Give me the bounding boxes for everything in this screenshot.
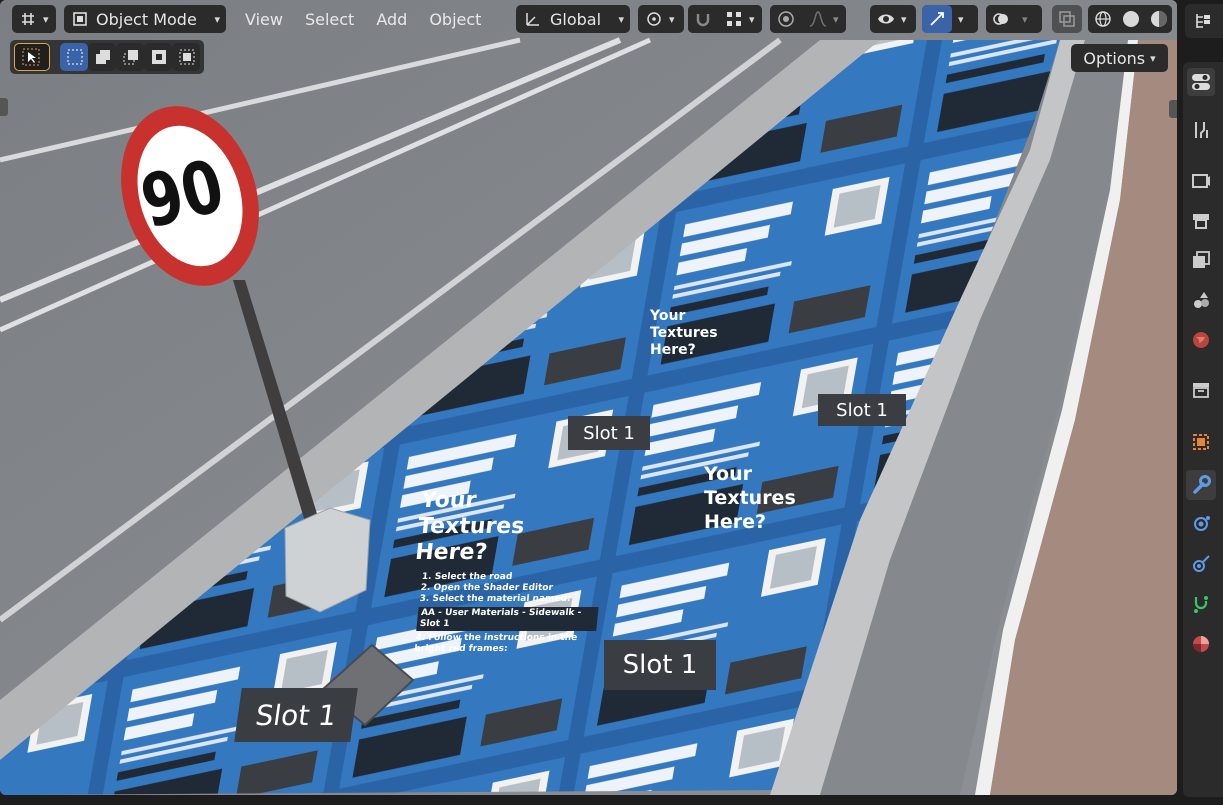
overlays-dropdown[interactable]: ▾: [1016, 5, 1042, 33]
editor-type-icon: [18, 9, 38, 29]
chevron-down-icon: ▾: [958, 12, 964, 26]
wireframe-shading-button[interactable]: [1088, 5, 1116, 33]
material-sphere-icon: [1150, 9, 1168, 29]
wireframe-sphere-icon: [1094, 9, 1112, 29]
select-mode-extend[interactable]: [88, 43, 116, 71]
chevron-down-icon: ▾: [669, 12, 675, 26]
data-icon[interactable]: [1189, 632, 1213, 656]
menu-view[interactable]: View: [234, 5, 294, 33]
chevron-down-icon: ▾: [749, 12, 755, 26]
chevron-down-icon: ▾: [1022, 12, 1028, 26]
collection-icon[interactable]: [1189, 378, 1213, 402]
properties-tabs-sidebar: [1177, 0, 1223, 805]
select-subtract-icon: [122, 47, 140, 67]
select-tool-button[interactable]: [14, 43, 50, 71]
cursor-arrow-icon: [21, 47, 41, 67]
menu-object[interactable]: Object: [418, 5, 492, 33]
orientation-axes-icon: [522, 9, 542, 29]
outliner-icon[interactable]: [1193, 11, 1213, 31]
texture-tile-heading: Your Textures Here?: [414, 488, 526, 565]
visibility-dropdown[interactable]: ▾: [870, 5, 916, 33]
xray-toggle[interactable]: [1052, 5, 1082, 33]
pivot-icon: [644, 9, 664, 29]
scene-icon[interactable]: [1189, 288, 1213, 312]
xray-icon: [1058, 9, 1076, 29]
object-icon[interactable]: [1189, 430, 1213, 454]
solid-shading-button[interactable]: [1116, 5, 1144, 33]
overlays-toggle[interactable]: [986, 5, 1016, 33]
tool-icon[interactable]: [1189, 118, 1213, 142]
snapping-group: ▾: [688, 5, 762, 33]
view-layer-icon[interactable]: [1189, 248, 1213, 272]
output-icon[interactable]: [1189, 208, 1213, 232]
gizmo-dropdown[interactable]: ▾: [952, 5, 978, 33]
eye-icon: [876, 9, 896, 29]
select-mode-invert[interactable]: [144, 43, 172, 71]
select-new-icon: [66, 47, 84, 67]
editor-header-strip: [1185, 4, 1223, 38]
scene-render: [0, 0, 1177, 795]
mode-dropdown[interactable]: Object Mode ▾: [64, 5, 226, 33]
chevron-down-icon: ▾: [901, 12, 907, 26]
world-icon[interactable]: [1189, 328, 1213, 352]
select-intersect-icon: [178, 47, 196, 67]
snap-grid-icon: [724, 9, 744, 29]
transform-orientation-dropdown[interactable]: Global ▾: [516, 5, 630, 33]
shading-modes: [1088, 5, 1172, 33]
magnet-icon: [694, 9, 712, 29]
3d-viewport[interactable]: 90 Your Textures Here? 1. Select the roa…: [0, 0, 1177, 795]
physics-icon[interactable]: [1189, 552, 1213, 576]
render-icon[interactable]: [1189, 168, 1213, 192]
pivot-point-dropdown[interactable]: ▾: [638, 5, 684, 33]
chevron-down-icon: ▾: [214, 12, 220, 26]
mode-label: Object Mode: [96, 9, 197, 29]
constraints-icon[interactable]: [1189, 592, 1213, 616]
material-shading-button[interactable]: [1144, 5, 1172, 33]
slot-label-4: Slot 1: [818, 394, 906, 426]
texture-tile-heading-3: Your Textures Here?: [650, 308, 718, 358]
select-mode-intersect[interactable]: [172, 43, 200, 71]
select-invert-icon: [150, 47, 168, 67]
left-toolbar-collapse-handle[interactable]: [0, 98, 8, 116]
right-panel-collapse-handle[interactable]: [1169, 100, 1177, 118]
falloff-curve-icon: [808, 9, 828, 29]
chevron-down-icon: ▾: [833, 12, 839, 26]
toggle-icon[interactable]: [1187, 68, 1215, 96]
select-extend-icon: [94, 47, 112, 67]
slot-label-2: Slot 1: [234, 688, 358, 742]
texture-tile-heading-2: Your Textures Here?: [704, 463, 796, 533]
chevron-down-icon: ▾: [618, 12, 624, 26]
select-mode-new[interactable]: [60, 43, 88, 71]
menu-add[interactable]: Add: [365, 5, 418, 33]
snap-target-dropdown[interactable]: ▾: [718, 5, 762, 33]
solid-sphere-icon: [1122, 9, 1140, 29]
chevron-down-icon: ▾: [43, 12, 49, 26]
select-mode-subtract[interactable]: [116, 43, 144, 71]
gizmo-icon: [928, 9, 946, 29]
proportional-edit-icon: [776, 9, 796, 29]
chevron-down-icon: ▾: [1150, 51, 1156, 65]
overlays-icon: [992, 9, 1010, 29]
texture-tile-steps: 1. Select the road 2. Open the Shader Ed…: [414, 572, 603, 655]
particles-icon[interactable]: [1189, 512, 1213, 536]
options-dropdown[interactable]: Options ▾: [1071, 44, 1168, 72]
options-label: Options: [1083, 48, 1146, 68]
gizmo-toggle[interactable]: [922, 5, 952, 33]
snap-toggle[interactable]: [688, 5, 718, 33]
menu-select[interactable]: Select: [294, 5, 365, 33]
slot-label-1: Slot 1: [604, 640, 716, 690]
orientation-label: Global: [550, 9, 602, 29]
falloff-dropdown[interactable]: ▾: [802, 5, 846, 33]
object-mode-icon: [70, 9, 90, 29]
slot-label-3: Slot 1: [568, 416, 650, 450]
proportional-edit-toggle[interactable]: [770, 5, 802, 33]
editor-type-button[interactable]: ▾: [12, 5, 56, 33]
tool-settings-bar: [10, 40, 204, 74]
modifier-icon[interactable]: [1186, 470, 1216, 500]
